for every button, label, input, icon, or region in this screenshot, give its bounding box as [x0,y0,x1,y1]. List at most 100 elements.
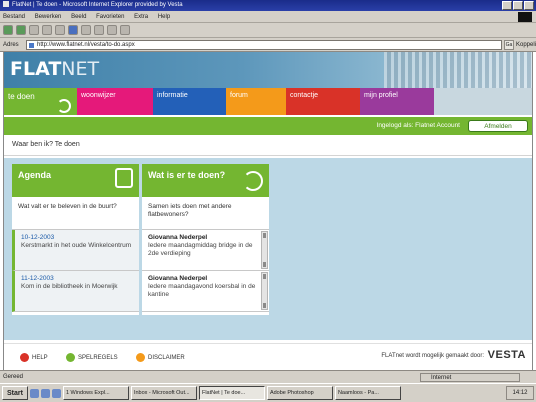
item-scrollbar[interactable] [261,231,268,269]
todo-panel: Wat is er te doen? Samen iets doen met a… [142,164,269,315]
address-bar: Adres http://www.flatnet.nl/vesta/to-do.… [0,38,536,52]
todo-header: Wat is er te doen? [142,164,269,197]
menu-favorieten[interactable]: Favorieten [96,14,124,20]
divider [4,155,532,156]
forward-icon[interactable] [16,25,26,35]
agenda-intro: Wat valt er te beleven in de buurt? [12,197,139,230]
tab-te-doen[interactable]: te doen [4,88,77,115]
disclaimer-label: DISCLAIMER [148,354,185,361]
agenda-item[interactable]: 11-12-2003 Kom in de bibliotheek in Moer… [12,271,139,312]
agenda-header: Agenda [12,164,139,197]
login-bar: Ingelogd als: Flatnet Account Afmelden [4,115,532,135]
logout-button[interactable]: Afmelden [468,120,528,132]
agenda-panel: Agenda Wat valt er te beleven in de buur… [12,164,139,315]
swirl-icon [57,99,71,113]
back-icon[interactable] [3,25,13,35]
menu-extra[interactable]: Extra [134,14,148,20]
tab-label: contactje [290,92,319,99]
maximize-button[interactable] [513,1,523,10]
browser-toolbar [0,23,536,38]
print-icon[interactable] [120,25,130,35]
search-icon[interactable] [68,25,78,35]
tab-label: woonwijzer [81,92,116,99]
outlook-quicklaunch-icon[interactable] [51,388,61,398]
calendar-icon [115,168,133,188]
spelregels-link[interactable]: SPELREGELS [66,353,118,362]
agenda-text: Kom in de bibliotheek in Moerwijk [21,283,118,290]
menu-bar: Bestand Bewerken Beeld Favorieten Extra … [0,11,536,23]
logo-flat: FLAT [10,58,62,80]
flatnet-logo[interactable]: FLATNET [10,58,99,80]
mail-icon[interactable] [107,25,117,35]
menu-help[interactable]: Help [158,14,170,20]
menu-bewerken[interactable]: Bewerken [35,14,62,20]
tab-contactje[interactable]: contactje [286,88,360,115]
disclaimer-icon [136,353,145,362]
todo-author: Giovanna Nederpel [148,234,208,241]
status-bar: Gereed Internet [0,370,536,383]
todo-intro: Samen iets doen met andere flatbewoners? [142,197,269,230]
favorites-icon[interactable] [81,25,91,35]
logo-net: NET [61,58,100,80]
close-button[interactable] [524,1,534,10]
task-button[interactable]: Naamloos - Pa... [334,386,401,400]
system-clock: 14:12 [506,386,534,400]
main-navigation: te doen woonwijzer informatie forum cont… [4,88,532,115]
address-input[interactable]: http://www.flatnet.nl/vesta/to-do.aspx [26,40,502,50]
refresh-icon[interactable] [42,25,52,35]
help-icon [20,353,29,362]
task-button[interactable]: 1 Windows Expl... [62,386,129,400]
history-icon[interactable] [94,25,104,35]
agenda-date: 11-12-2003 [21,275,54,282]
desktop-icon[interactable] [29,388,39,398]
home-icon[interactable] [55,25,65,35]
login-message: Ingelogd als: Flatnet Account [376,122,460,129]
tab-label: informatie [157,92,188,99]
window-titlebar: FlatNet | Te doen - Microsoft Internet E… [0,0,536,11]
todo-item[interactable]: Giovanna Nederpel Iedere maandagavond ko… [142,271,269,312]
site-header: FLATNET [4,52,532,124]
ie-icon [3,1,9,8]
task-button[interactable]: Inbox - Microsoft Out... [130,386,197,400]
sponsor-note: FLATnet wordt mogelijk gemaakt door: [381,353,484,359]
flatnet-site: FLATNET te doen woonwijzer informatie fo… [3,52,533,370]
todo-text: Iedere maandagavond koersbal in de kanti… [148,283,256,298]
rules-icon [66,353,75,362]
browser-screen: FlatNet | Te doen - Microsoft Internet E… [0,0,536,402]
disclaimer-link[interactable]: DISCLAIMER [136,353,185,362]
go-button[interactable]: Ga [504,40,514,50]
help-label: HELP [32,354,48,361]
windows-logo-icon [518,12,532,22]
task-button[interactable]: Adobe Photoshop [266,386,333,400]
agenda-title: Agenda [18,170,52,180]
item-scrollbar[interactable] [261,272,268,310]
stop-icon[interactable] [29,25,39,35]
ie-quicklaunch-icon[interactable] [40,388,50,398]
todo-text: Iedere maandagmiddag bridge in de 2de ve… [148,242,253,257]
todo-author: Giovanna Nederpel [148,275,208,282]
site-footer: HELP SPELREGELS DISCLAIMER FLATnet wordt… [4,343,532,370]
agenda-item[interactable]: 10-12-2003 Kerstmarkt in het oude Winkel… [12,230,139,271]
tab-informatie[interactable]: informatie [153,88,226,115]
task-button-active[interactable]: FlatNet | Te doe... [198,386,265,400]
vesta-logo[interactable]: VESTA [488,349,526,361]
minimize-button[interactable] [502,1,512,10]
help-link[interactable]: HELP [20,353,48,362]
menu-beeld[interactable]: Beeld [71,14,86,20]
start-button[interactable]: Start [2,386,28,400]
agenda-date: 10-12-2003 [21,234,55,241]
tab-mijn-profiel[interactable]: mijn profiel [360,88,434,115]
breadcrumb: Waar ben ik? Te doen [12,141,80,148]
tab-label: mijn profiel [364,92,398,99]
address-label: Adres [3,42,19,48]
window-title: FlatNet | Te doen - Microsoft Internet E… [12,2,183,8]
taskbar: Start 1 Windows Expl... Inbox - Microsof… [0,383,536,402]
todo-item[interactable]: Giovanna Nederpel Iedere maandagmiddag b… [142,230,269,271]
links-label[interactable]: Koppelingen [516,38,536,52]
tab-woonwijzer[interactable]: woonwijzer [77,88,153,115]
menu-bestand[interactable]: Bestand [3,14,25,20]
spelregels-label: SPELREGELS [78,354,118,361]
todo-title: Wat is er te doen? [148,170,226,180]
tab-label: forum [230,92,248,99]
tab-forum[interactable]: forum [226,88,286,115]
